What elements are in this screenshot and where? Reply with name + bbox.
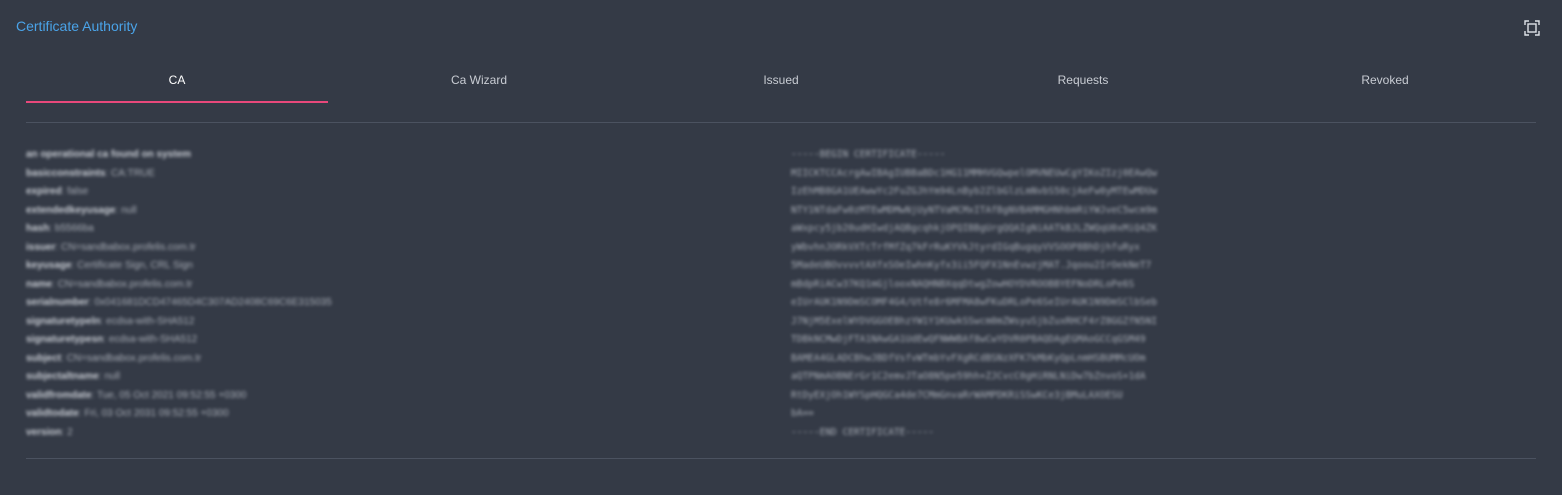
certificate-line: eIUrAUK1N9DmSCOMF4G4/Utfe8r6MFMA8wFKuDRL… [791, 297, 1158, 308]
certificate-line: MIICKTCCAcrgAwIBAgIUBBaBDc1HG11MMHVGQwpe… [791, 167, 1158, 179]
ca-detail-row: serialnumber: 0x041681DCD47465D4C307AD24… [26, 297, 332, 308]
certificate-line: yWbvhnJORkVXTcTrfMfZq7kFrRuKYVkJtyrdIGqB… [791, 241, 1140, 253]
tab-issued[interactable]: Issued [630, 58, 932, 104]
ca-detail-row: issuer: CN=sandbabox.profelis.com.tr [26, 241, 196, 253]
certificate-line: 5MadeUBOvvvvtAXfxSOeIwhnKyfx3ii5FQFX1NnE… [791, 260, 1152, 271]
content-divider [26, 458, 1536, 459]
ca-detail-row: keyusage: Certificate Sign, CRL Sign [26, 260, 193, 271]
ca-detail-row: signaturetypesn: ecdsa-with-SHA512 [26, 334, 198, 345]
ca-content: an operational ca found on system basicc… [26, 146, 1536, 446]
ca-detail-row: basicconstraints: CA:TRUE [26, 167, 155, 179]
tab-divider [26, 122, 1536, 123]
ca-detail-row: hash: b5566ba [26, 223, 94, 234]
ca-detail-row: extendedkeyusage: null [26, 204, 137, 216]
ca-detail-row: subjectaltname: null [26, 371, 120, 382]
ca-detail-row: version: 2 [26, 426, 73, 438]
ca-detail-row: subject: CN=sandbabox.profelis.com.tr [26, 352, 202, 364]
page-title: Certificate Authority [16, 18, 138, 34]
ca-detail-row: an operational ca found on system [26, 149, 192, 160]
certificate-line: IzEhMB8GA1UEAwwYc2FuZGJhYm94LnByb2ZlbGlz… [791, 186, 1158, 197]
certificate-line: aQTPNmAOBNErGr1C2emvJTaO8N5pe59hh+ZJCvcC… [791, 371, 1146, 382]
tab-revoked[interactable]: Revoked [1234, 58, 1536, 104]
panel-header: Certificate Authority [16, 18, 1548, 40]
ca-detail-row: signaturetypeln: ecdsa-with-SHA512 [26, 315, 195, 327]
certificate-line: RtDyEXjOh1WYSpHQGCa4de7CMmGnvaRrWAMPDKRi… [791, 389, 1123, 401]
fullscreen-icon[interactable] [1524, 20, 1540, 36]
certificate-line: NTY1NTdaFw0zMTEwMDMwNjUyNTVaMCMxITAfBgNV… [791, 204, 1158, 216]
certificate-line: BAMEA4GLADCBhwJBDfVsfvWTmbYvFXgRCdBSNzXF… [791, 352, 1146, 364]
tab-requests[interactable]: Requests [932, 58, 1234, 104]
certificate-line: -----BEGIN CERTIFICATE----- [791, 149, 946, 160]
certificate-line: bA== [791, 408, 814, 419]
certificate-line: mBdpRiACw37KQ1mGjlooxNAQHNBXqqDtwgZowHOY… [791, 278, 1135, 290]
ca-detail-row: validtodate: Fri, 03 Oct 2031 09:52:55 +… [26, 408, 229, 419]
tab-ca-wizard[interactable]: Ca Wizard [328, 58, 630, 104]
certificate-pem: -----BEGIN CERTIFICATE----- MIICKTCCAcrg… [791, 146, 1491, 442]
tab-bar: CA Ca Wizard Issued Requests Revoked [26, 58, 1536, 104]
ca-detail-row: validfromdate: Tue, 05 Oct 2021 09:52:55… [26, 389, 247, 401]
certificate-line: -----END CERTIFICATE----- [791, 426, 934, 438]
certificate-line: J7NjM5ExelWYDVGGOEBhzYW1Y1KUwkSSwcm0mZWs… [791, 315, 1158, 327]
certificate-line: aWxpcy5jb20udHIwdjAQBgcqhkjOPQIBBgUrgQQA… [791, 223, 1158, 234]
ca-detail-row: name: CN=sandbabox.profelis.com.tr [26, 278, 193, 290]
tab-ca[interactable]: CA [26, 58, 328, 104]
certificate-line: TDBkNCMwDjFTA1NAwGA1UdEwQFNWWBAf8wCwYDVR… [791, 334, 1146, 345]
ca-detail-row: expired: false [26, 186, 89, 197]
ca-details-list: an operational ca found on system basicc… [26, 146, 726, 442]
